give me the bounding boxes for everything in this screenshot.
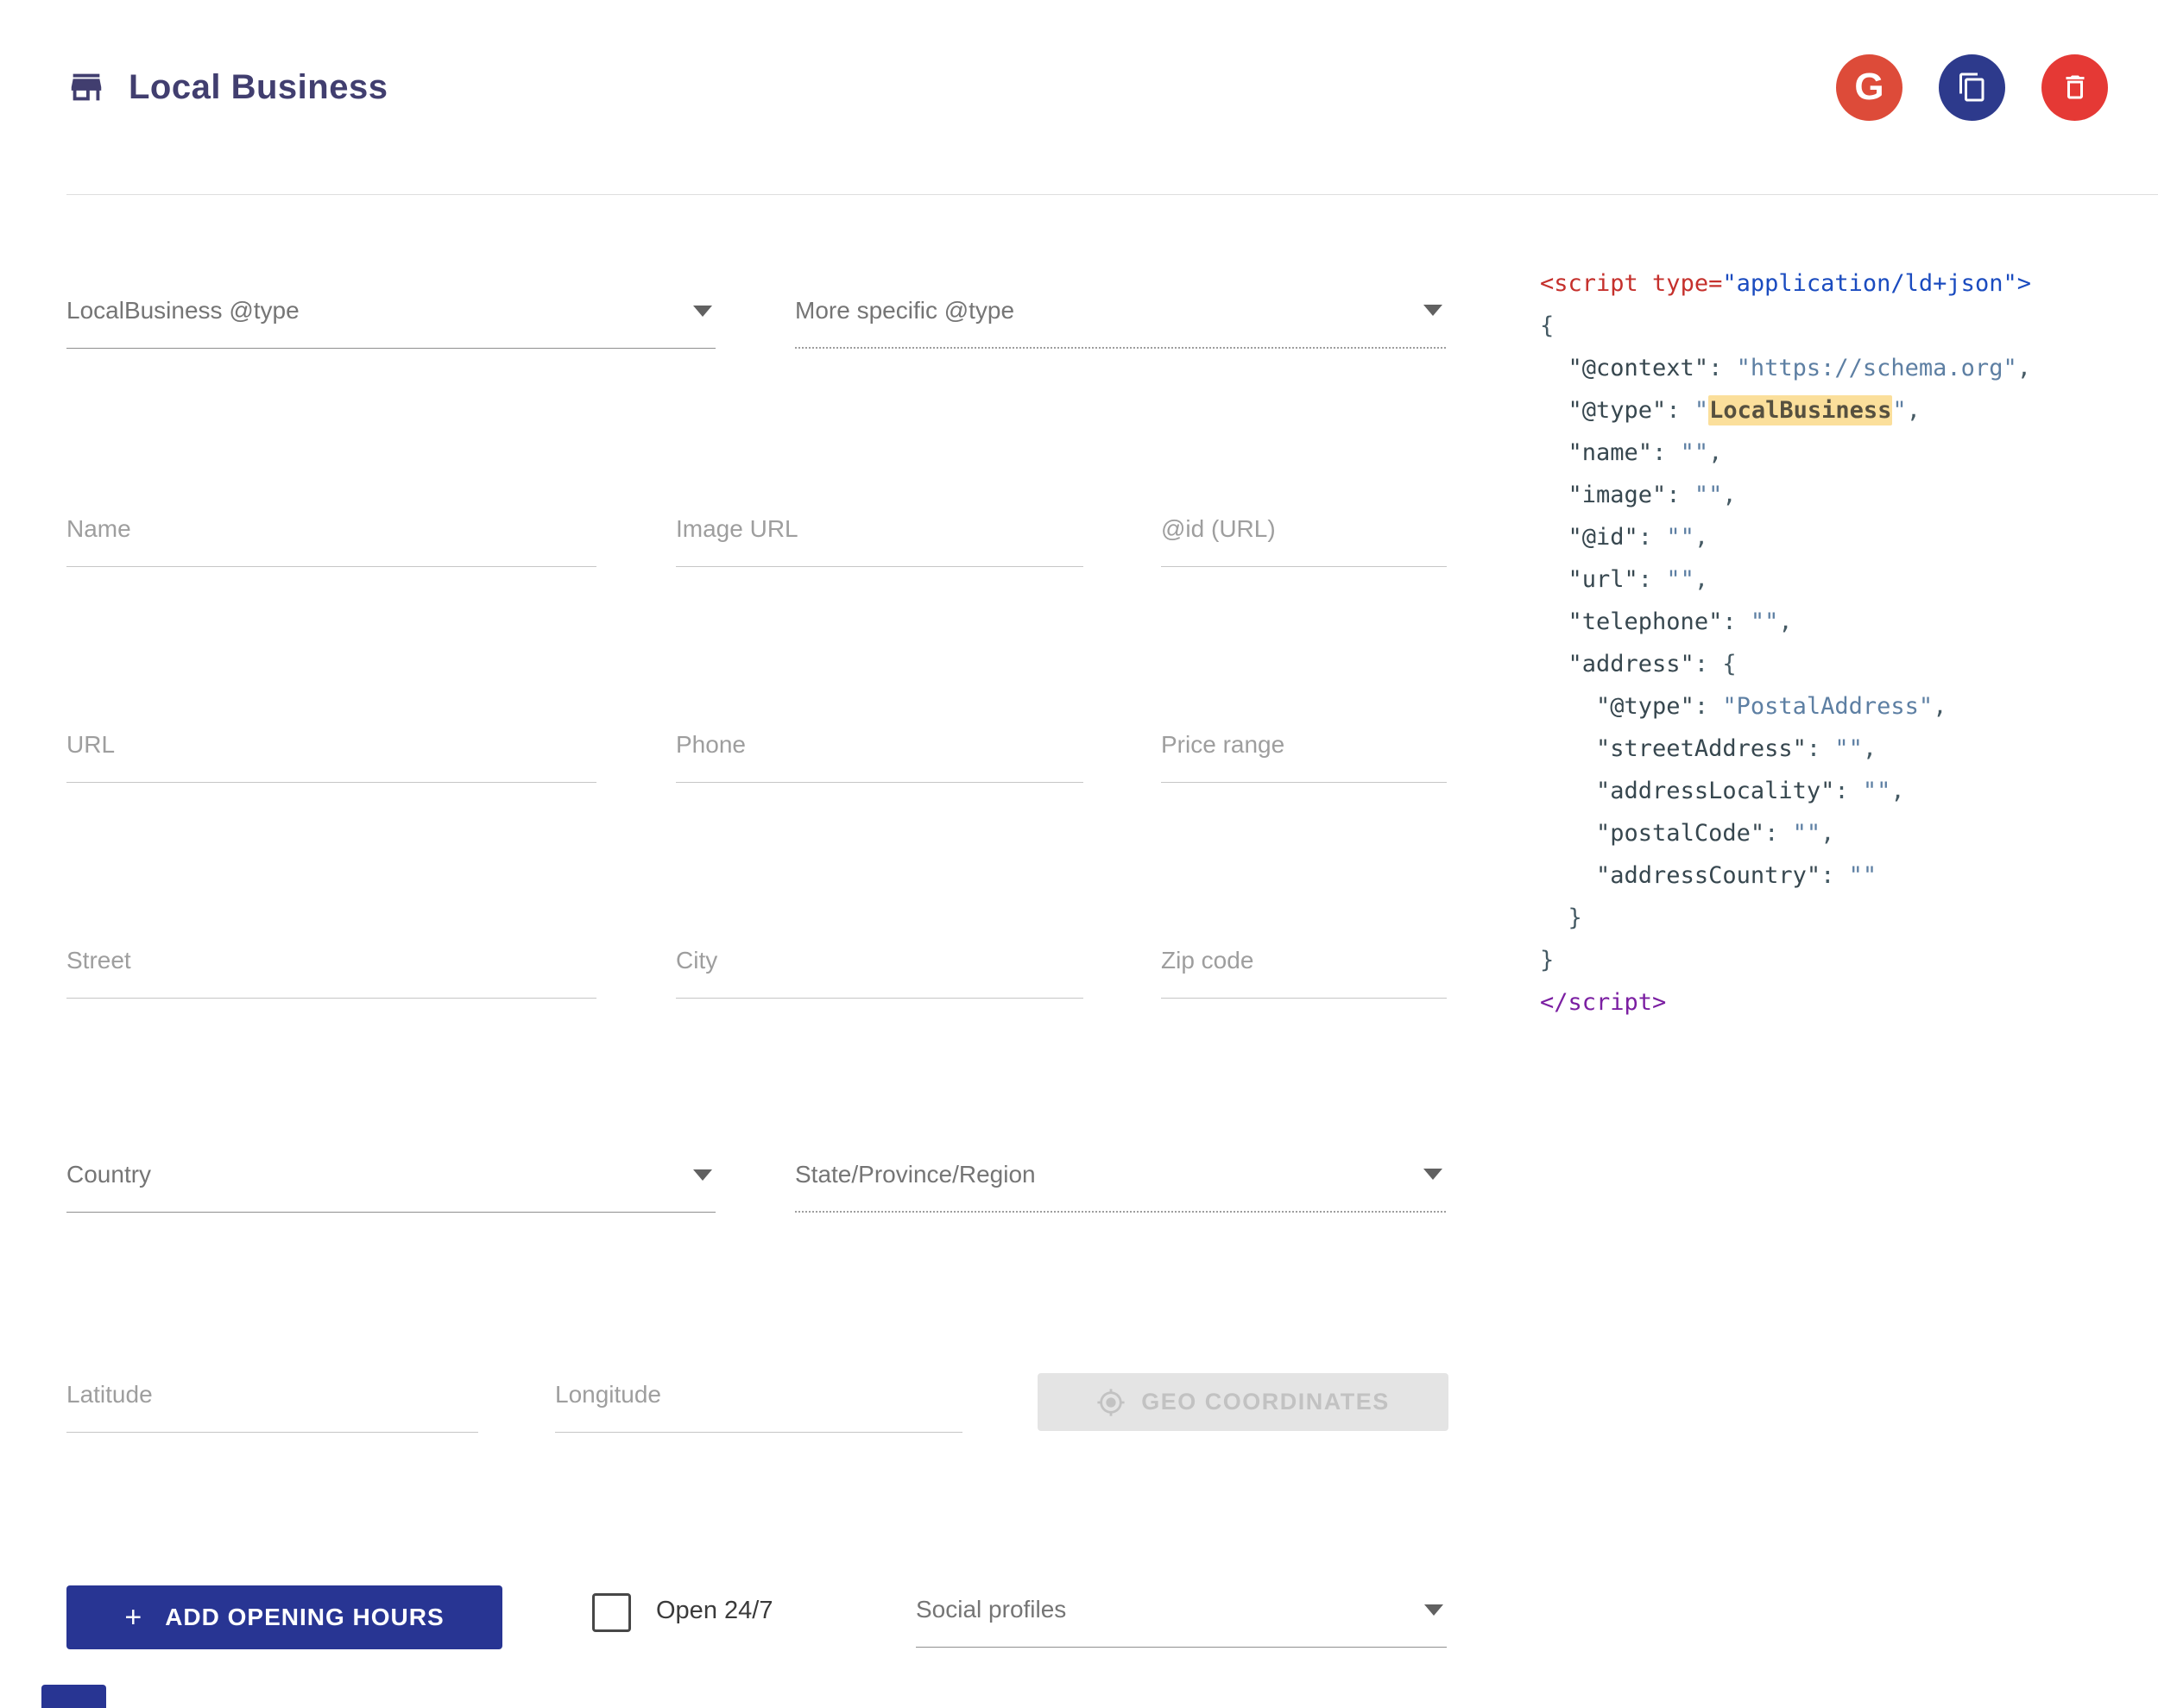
store-icon	[66, 67, 106, 107]
chevron-down-icon	[693, 306, 712, 317]
open-247-label[interactable]: Open 24/7	[656, 1597, 773, 1625]
name-placeholder: Name	[66, 515, 131, 542]
street-input[interactable]: Street	[66, 947, 596, 999]
chevron-down-icon	[1423, 305, 1442, 316]
latitude-placeholder: Latitude	[66, 1381, 153, 1408]
localbusiness-type-select[interactable]: LocalBusiness @type	[66, 297, 716, 349]
social-profiles-select-value: Social profiles	[916, 1596, 1067, 1623]
zip-code-placeholder: Zip code	[1161, 947, 1254, 974]
longitude-input[interactable]: Longitude	[555, 1381, 962, 1433]
trash-icon	[2066, 75, 2084, 99]
copy-icon	[1959, 72, 1984, 102]
gps-location-icon	[1097, 1388, 1125, 1416]
header-actions: G	[1836, 54, 2108, 121]
geo-coordinates-label: GEO COORDINATES	[1141, 1389, 1390, 1415]
id-url-placeholder: @id (URL)	[1161, 515, 1276, 542]
image-url-placeholder: Image URL	[676, 515, 798, 542]
chevron-down-icon	[693, 1169, 712, 1181]
more-specific-type-select-value: More specific @type	[795, 297, 1015, 324]
copy-button[interactable]	[1939, 54, 2005, 121]
chevron-down-icon	[1423, 1169, 1442, 1180]
title-group: Local Business	[66, 67, 388, 107]
code-block: <script type="application/ld+json">{ "@c…	[1540, 270, 2031, 1016]
url-input[interactable]: URL	[66, 731, 596, 783]
city-input[interactable]: City	[676, 947, 1083, 999]
price-range-placeholder: Price range	[1161, 731, 1285, 758]
country-select[interactable]: Country	[66, 1161, 716, 1213]
image-url-input[interactable]: Image URL	[676, 515, 1083, 567]
state-province-region-select[interactable]: State/Province/Region	[795, 1161, 1446, 1213]
header: Local Business G	[66, 50, 2108, 124]
more-specific-type-select[interactable]: More specific @type	[795, 297, 1446, 349]
name-input[interactable]: Name	[66, 515, 596, 567]
phone-placeholder: Phone	[676, 731, 746, 758]
price-range-input[interactable]: Price range	[1161, 731, 1447, 783]
city-placeholder: City	[676, 947, 718, 974]
page-title: Local Business	[129, 67, 388, 106]
header-divider	[66, 194, 2158, 195]
street-placeholder: Street	[66, 947, 131, 974]
open-247-checkbox[interactable]	[592, 1593, 631, 1632]
state-select-value: State/Province/Region	[795, 1161, 1036, 1188]
id-url-input[interactable]: @id (URL)	[1161, 515, 1447, 567]
plus-icon: +	[124, 1600, 143, 1634]
add-opening-hours-label: ADD OPENING HOURS	[165, 1604, 445, 1630]
delete-button[interactable]	[2041, 54, 2108, 121]
social-profiles-select[interactable]: Social profiles	[916, 1596, 1447, 1648]
localbusiness-type-select-value: LocalBusiness @type	[66, 297, 300, 324]
chevron-down-icon	[1424, 1604, 1443, 1616]
country-select-value: Country	[66, 1161, 152, 1188]
url-placeholder: URL	[66, 731, 116, 758]
geo-coordinates-button[interactable]: GEO COORDINATES	[1038, 1373, 1448, 1431]
google-g-icon: G	[1854, 66, 1884, 108]
google-test-button[interactable]: G	[1836, 54, 1902, 121]
longitude-placeholder: Longitude	[555, 1381, 662, 1408]
latitude-input[interactable]: Latitude	[66, 1381, 478, 1433]
phone-input[interactable]: Phone	[676, 731, 1083, 783]
partial-bottom-element[interactable]	[41, 1685, 106, 1708]
zip-code-input[interactable]: Zip code	[1161, 947, 1447, 999]
local-business-schema-page: Local Business G LocalBusiness @type Mor…	[0, 0, 2158, 1708]
add-opening-hours-button[interactable]: + ADD OPENING HOURS	[66, 1585, 502, 1649]
